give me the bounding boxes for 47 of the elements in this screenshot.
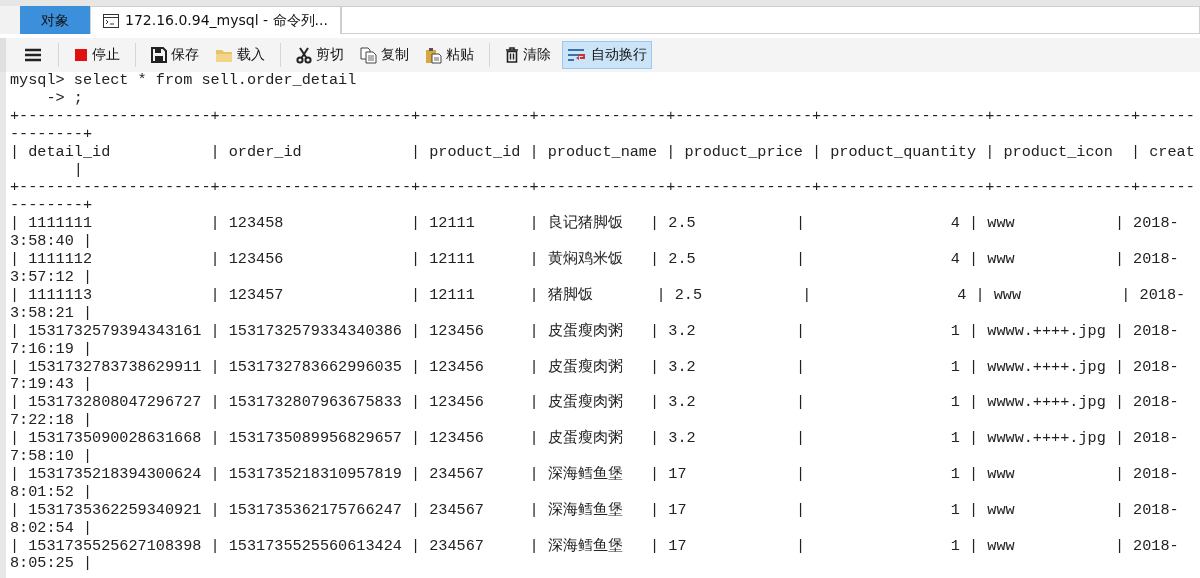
console-line: 8:05:25 | bbox=[10, 555, 93, 574]
word-wrap-toggle[interactable]: 自动换行 bbox=[562, 41, 652, 69]
console-line: | 1531732808047296727 | 1531732807963675833 | 123456 | 皮蛋瘦肉粥 | 3.2 | 1 | wwww.++++.jpg | 2018- bbox=[10, 394, 1179, 413]
console-line: 7:19:43 | bbox=[10, 376, 93, 395]
console-line: | 1111113 | 123457 | 12111 | 猪脚饭 | 2.5 | 4 | www | 2018- bbox=[10, 286, 1186, 305]
console-line: | 1111111 | 123458 | 12111 | 良记猪脚饭 | 2.5 | 4 | www | 2018- bbox=[10, 215, 1179, 234]
console-line: +---------------------+---------------------+------------+--------------+---------------+------------------+---------------+------ bbox=[10, 179, 1195, 198]
console-line: | 1531735362259340921 | 1531735362175766247 | 234567 | 深海鳕鱼堡 | 17 | 1 | www | 2018- bbox=[10, 501, 1179, 520]
console-line: | bbox=[72, 161, 83, 180]
save-button[interactable]: 保存 bbox=[146, 41, 204, 69]
cut-button[interactable]: 剪切 bbox=[291, 41, 349, 69]
tab[interactable]: 172.16.0.94_mysql - 命令列... bbox=[90, 6, 341, 34]
load-button[interactable]: 载入 bbox=[210, 41, 270, 69]
console-line: --------+ bbox=[10, 125, 93, 144]
menu-icon bbox=[25, 48, 41, 62]
terminal-icon bbox=[103, 13, 119, 28]
console-line: | detail_id | order_id | product_id | product_name | product_price | product_quantity | product_icon | creat bbox=[10, 143, 1195, 162]
console-line: | 1111112 | 123456 | 12111 | 黄焖鸡米饭 | 2.5 | 4 | www | 2018- bbox=[10, 251, 1179, 269]
console-line: 8:01:52 | bbox=[10, 483, 93, 502]
clipboard-icon bbox=[425, 46, 442, 64]
console-line: 7:22:18 | bbox=[10, 412, 93, 431]
console-line: | 1531735090028631668 | 1531735089956829657 | 123456 | 皮蛋瘦肉粥 | 3.2 | 1 | wwww.++++.jpg | 2018- bbox=[10, 430, 1179, 449]
console-line: 3:58:21 | bbox=[10, 304, 93, 323]
console-line: 7:16:19 | bbox=[10, 340, 93, 359]
copy-icon bbox=[360, 46, 377, 64]
folder-icon bbox=[215, 47, 233, 63]
console-line: 8:02:54 | bbox=[10, 519, 93, 538]
console-line: | 1531735218394300624 | 1531735218310957819 | 234567 | 深海鳕鱼堡 | 17 | 1 | www | 2018- bbox=[10, 465, 1179, 484]
console-line: | 1531732783738629911 | 1531732783662996035 | 123456 | 皮蛋瘦肉粥 | 3.2 | 1 | wwww.++++.jpg | 2018- bbox=[10, 358, 1179, 377]
console-line: -> ; bbox=[45, 89, 83, 108]
console-line: | 1531735525627108398 | 1531735525560613424 | 234567 | 深海鳕鱼堡 | 17 | 1 | www | 2018- bbox=[10, 537, 1179, 556]
console-line: --------+ bbox=[10, 197, 93, 216]
copy-button[interactable]: 复制 bbox=[355, 41, 414, 69]
console-line: 3:58:40 | bbox=[10, 233, 93, 252]
console-line: +---------------------+---------------------+------------+--------------+---------------+------------------+---------------+------ bbox=[10, 107, 1195, 126]
trash-icon bbox=[505, 47, 519, 63]
console-line: mysql> select * from sell.order_detail bbox=[10, 72, 357, 90]
console-line: | 1531732579394343161 | 1531732579334340386 | 123456 | 皮蛋瘦肉粥 | 3.2 | 1 | wwww.++++.jpg | 2018- bbox=[10, 322, 1179, 341]
word-wrap-icon bbox=[567, 47, 587, 63]
stop-button[interactable]: 停止 bbox=[69, 41, 125, 69]
clear-button[interactable]: 清除 bbox=[500, 41, 556, 69]
paste-button[interactable]: 粘贴 bbox=[420, 41, 479, 69]
scissors-icon bbox=[296, 46, 312, 64]
tab[interactable]: 对象 bbox=[20, 6, 90, 34]
console-line: 3:57:12 | bbox=[10, 268, 93, 287]
console-line: 7:58:10 | bbox=[10, 448, 93, 466]
stop-icon bbox=[74, 48, 88, 62]
